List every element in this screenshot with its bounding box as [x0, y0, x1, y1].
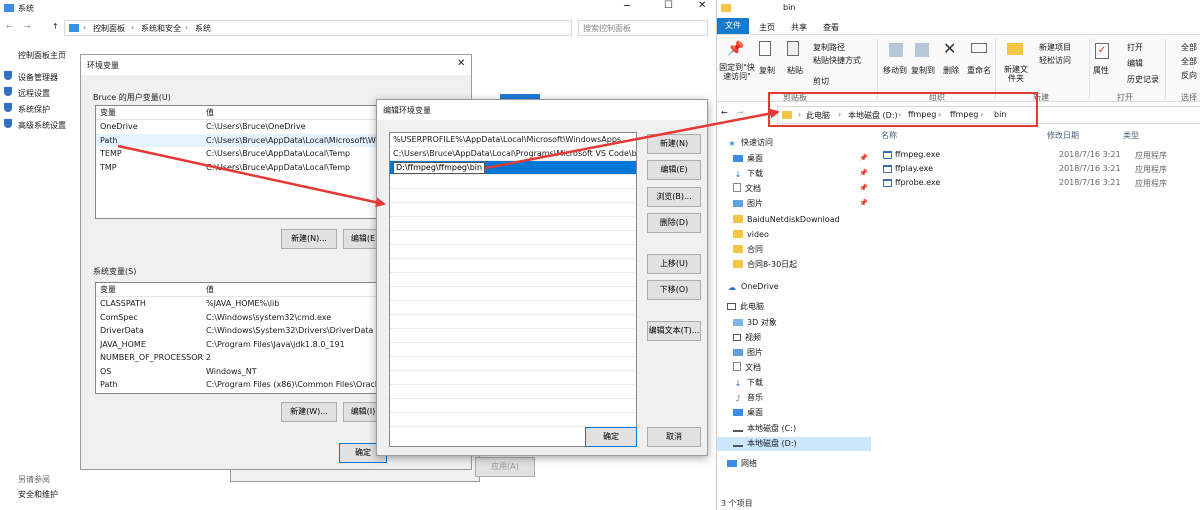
arrow-entry-to-explorer [485, 108, 780, 170]
annotation-arrows [117, 108, 780, 208]
arrow-path-to-editor [117, 144, 386, 208]
